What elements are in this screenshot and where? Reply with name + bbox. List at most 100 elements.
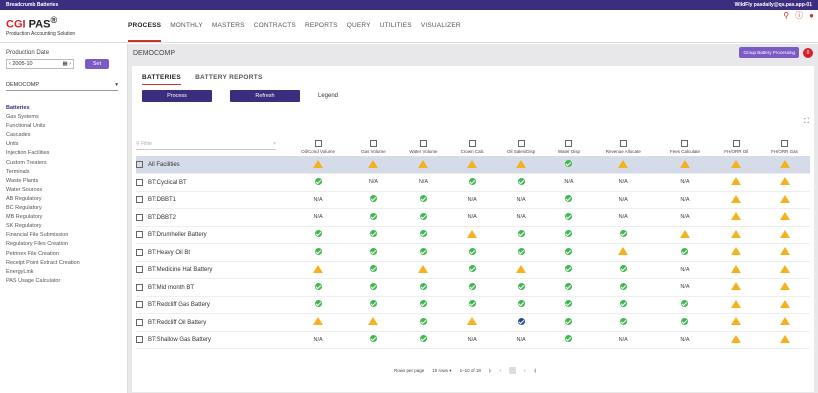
nav-visualizer[interactable]: VISUALIZER [421, 10, 461, 42]
status-cell[interactable] [589, 226, 657, 244]
status-cell[interactable] [286, 156, 351, 174]
column-checkbox[interactable] [781, 140, 789, 147]
nav-contracts[interactable]: CONTRACTS [254, 10, 296, 42]
status-cell[interactable] [450, 296, 495, 314]
status-cell[interactable]: N/A [589, 173, 657, 192]
status-cell[interactable] [589, 261, 657, 279]
status-cell[interactable] [547, 278, 590, 297]
status-cell[interactable] [656, 156, 714, 174]
nav-query[interactable]: QUERY [347, 10, 371, 42]
sidebar-item-financial-file-submission[interactable]: Financial File Submission [6, 231, 121, 240]
first-page-button[interactable]: |‹ [489, 368, 492, 373]
status-cell[interactable] [759, 331, 810, 349]
status-cell[interactable] [286, 173, 351, 192]
status-cell[interactable] [396, 313, 451, 332]
row-checkbox[interactable] [136, 196, 143, 204]
status-cell[interactable] [547, 296, 590, 314]
last-page-button[interactable]: ›| [534, 368, 537, 373]
row-checkbox[interactable] [136, 336, 143, 344]
sidebar-item-gas-systems[interactable]: Gas Systems [6, 113, 121, 122]
sidebar-item-batteries[interactable]: Batteries [6, 104, 121, 113]
status-cell[interactable]: N/A [286, 208, 351, 227]
status-cell[interactable] [286, 296, 351, 314]
status-cell[interactable]: N/A [396, 173, 451, 192]
clear-icon[interactable]: × [273, 141, 276, 147]
status-cell[interactable] [494, 261, 548, 279]
status-cell[interactable]: N/A [286, 331, 351, 349]
status-cell[interactable] [547, 261, 590, 279]
status-cell[interactable] [396, 261, 451, 279]
status-cell[interactable] [494, 156, 548, 174]
refresh-button[interactable]: Refresh [230, 90, 300, 102]
table-row[interactable]: BT:Redcliff Oil Battery [136, 313, 810, 332]
status-cell[interactable]: N/A [656, 173, 714, 192]
sidebar-item-pas-usage-calculator[interactable]: PAS Usage Calculator [6, 277, 121, 286]
table-row[interactable]: BT:DBBT1 N/A N/A N/A N/A N/A [136, 191, 810, 209]
row-checkbox[interactable] [136, 283, 143, 291]
status-cell[interactable] [759, 191, 810, 209]
status-cell[interactable] [350, 313, 397, 332]
search-icon[interactable]: ⚲ [783, 11, 789, 20]
status-cell[interactable] [589, 296, 657, 314]
status-cell[interactable] [286, 243, 351, 262]
help-icon[interactable]: ⓘ [795, 10, 803, 21]
status-cell[interactable] [396, 331, 451, 349]
table-row[interactable]: BT:Mid month BT N/A [136, 278, 810, 297]
status-cell[interactable] [450, 261, 495, 279]
expand-icon[interactable]: ⛶ [804, 118, 809, 126]
table-row[interactable]: BT:Shallow Gas Battery N/A N/A N/A N/A N/A [136, 331, 810, 349]
legend-link[interactable]: Legend [318, 93, 338, 99]
sidebar-item-units[interactable]: Units [6, 140, 121, 149]
tab-batteries[interactable]: BATTERIES [142, 74, 182, 85]
status-cell[interactable] [759, 278, 810, 297]
table-row[interactable]: BT:Cyclical BT N/A N/A N/A N/A N/A [136, 173, 810, 192]
status-cell[interactable] [350, 243, 397, 262]
status-cell[interactable] [759, 156, 810, 174]
row-checkbox[interactable] [136, 231, 143, 239]
status-cell[interactable]: N/A [589, 208, 657, 227]
status-cell[interactable] [547, 156, 590, 174]
status-cell[interactable]: N/A [450, 208, 495, 227]
status-cell[interactable] [450, 156, 495, 174]
table-row[interactable]: BT:Heavy Oil Bt [136, 243, 810, 262]
status-cell[interactable] [494, 313, 548, 332]
status-cell[interactable] [759, 261, 810, 279]
nav-utilities[interactable]: UTILITIES [380, 10, 412, 42]
sidebar-item-energylink[interactable]: EnergyLink [6, 268, 121, 277]
status-cell[interactable] [713, 156, 760, 174]
nav-masters[interactable]: MASTERS [212, 10, 245, 42]
column-checkbox[interactable] [369, 140, 377, 147]
status-cell[interactable] [759, 226, 810, 244]
status-cell[interactable]: N/A [494, 191, 548, 209]
row-checkbox[interactable] [136, 318, 143, 326]
status-cell[interactable] [759, 208, 810, 227]
filter-input[interactable]: ⚲ Filter × [136, 138, 276, 150]
sidebar-item-injection-facilities[interactable]: Injection Facilities [6, 149, 121, 158]
set-button[interactable]: Set [85, 59, 109, 69]
status-cell[interactable] [396, 208, 451, 227]
column-checkbox[interactable] [314, 140, 322, 147]
group-battery-processing-button[interactable]: Group Battery Processing [739, 47, 799, 58]
row-checkbox[interactable] [136, 178, 143, 186]
status-cell[interactable]: N/A [589, 191, 657, 209]
status-cell[interactable] [713, 296, 760, 314]
column-checkbox[interactable] [732, 140, 740, 147]
status-cell[interactable] [450, 313, 495, 332]
status-cell[interactable] [547, 313, 590, 332]
status-cell[interactable] [589, 243, 657, 262]
status-cell[interactable] [286, 226, 351, 244]
sidebar-item-bc-regulatory[interactable]: BC Regulatory [6, 204, 121, 213]
status-cell[interactable] [450, 278, 495, 297]
status-cell[interactable] [494, 278, 548, 297]
status-cell[interactable] [713, 208, 760, 227]
status-cell[interactable] [759, 313, 810, 332]
rows-per-page-select[interactable]: 10 rows ▾ [432, 368, 451, 374]
sidebar-item-functional-units[interactable]: Functional Units [6, 122, 121, 131]
status-cell[interactable] [396, 296, 451, 314]
status-cell[interactable] [350, 191, 397, 209]
status-cell[interactable] [713, 261, 760, 279]
status-cell[interactable] [396, 156, 451, 174]
status-cell[interactable]: N/A [494, 208, 548, 227]
status-cell[interactable] [396, 226, 451, 244]
sidebar-item-sk-regulatory[interactable]: SK Regulatory [6, 222, 121, 231]
